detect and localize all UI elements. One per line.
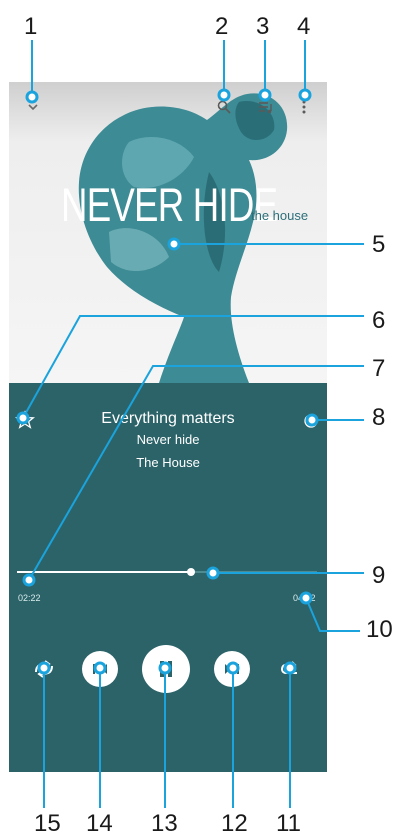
search-button[interactable]	[216, 99, 232, 115]
seek-progress	[17, 571, 191, 573]
callout-number-2: 2	[215, 13, 229, 40]
repeat-icon	[280, 661, 297, 674]
minimize-button[interactable]	[25, 100, 41, 114]
chevron-down-icon	[28, 104, 38, 111]
more-vert-icon	[302, 100, 306, 114]
pause-icon	[160, 661, 172, 677]
more-options-button[interactable]	[300, 98, 308, 116]
song-title: Everything matters	[101, 410, 235, 427]
callout-number-12: 12	[221, 810, 248, 837]
callout-number-5: 5	[372, 231, 386, 258]
seek-bar[interactable]	[17, 566, 317, 578]
album-art-silhouette	[78, 93, 288, 383]
queue-button[interactable]	[257, 99, 275, 115]
music-player-screen: NEVER HIDE the house Everything matters …	[9, 82, 327, 772]
callout-number-8: 8	[372, 404, 386, 431]
album-art-subtitle: the house	[251, 208, 309, 223]
callout-number-6: 6	[372, 307, 386, 334]
visualizer-button[interactable]	[303, 413, 319, 429]
callout-number-1: 1	[24, 13, 38, 40]
shuffle-icon	[35, 660, 53, 678]
callout-number-13: 13	[151, 810, 178, 837]
callout-number-14: 14	[86, 810, 113, 837]
shuffle-button[interactable]	[32, 657, 56, 681]
callout-number-10: 10	[366, 616, 393, 643]
next-button[interactable]	[214, 651, 250, 687]
callout-number-9: 9	[372, 562, 386, 589]
queue-icon	[259, 102, 272, 114]
callout-number-15: 15	[34, 810, 61, 837]
previous-button[interactable]	[82, 651, 118, 687]
album-art[interactable]: NEVER HIDE the house	[9, 82, 327, 383]
pause-button[interactable]	[142, 645, 190, 693]
skip-previous-icon	[93, 664, 107, 674]
elapsed-time: 02:22	[18, 593, 41, 603]
callout-number-3: 3	[256, 13, 270, 40]
repeat-button[interactable]	[278, 657, 302, 681]
album-art-title: NEVER HIDE	[61, 178, 278, 231]
callout-number-7: 7	[372, 355, 386, 382]
seek-thumb[interactable]	[187, 568, 195, 576]
search-icon	[217, 100, 231, 114]
visualizer-icon	[304, 414, 318, 428]
callout-number-4: 4	[297, 13, 311, 40]
skip-next-icon	[225, 664, 239, 674]
total-duration: 04:22	[293, 593, 316, 603]
album-name: Never hide	[136, 432, 200, 447]
callout-number-11: 11	[276, 810, 301, 837]
artist-name: The House	[136, 455, 200, 470]
